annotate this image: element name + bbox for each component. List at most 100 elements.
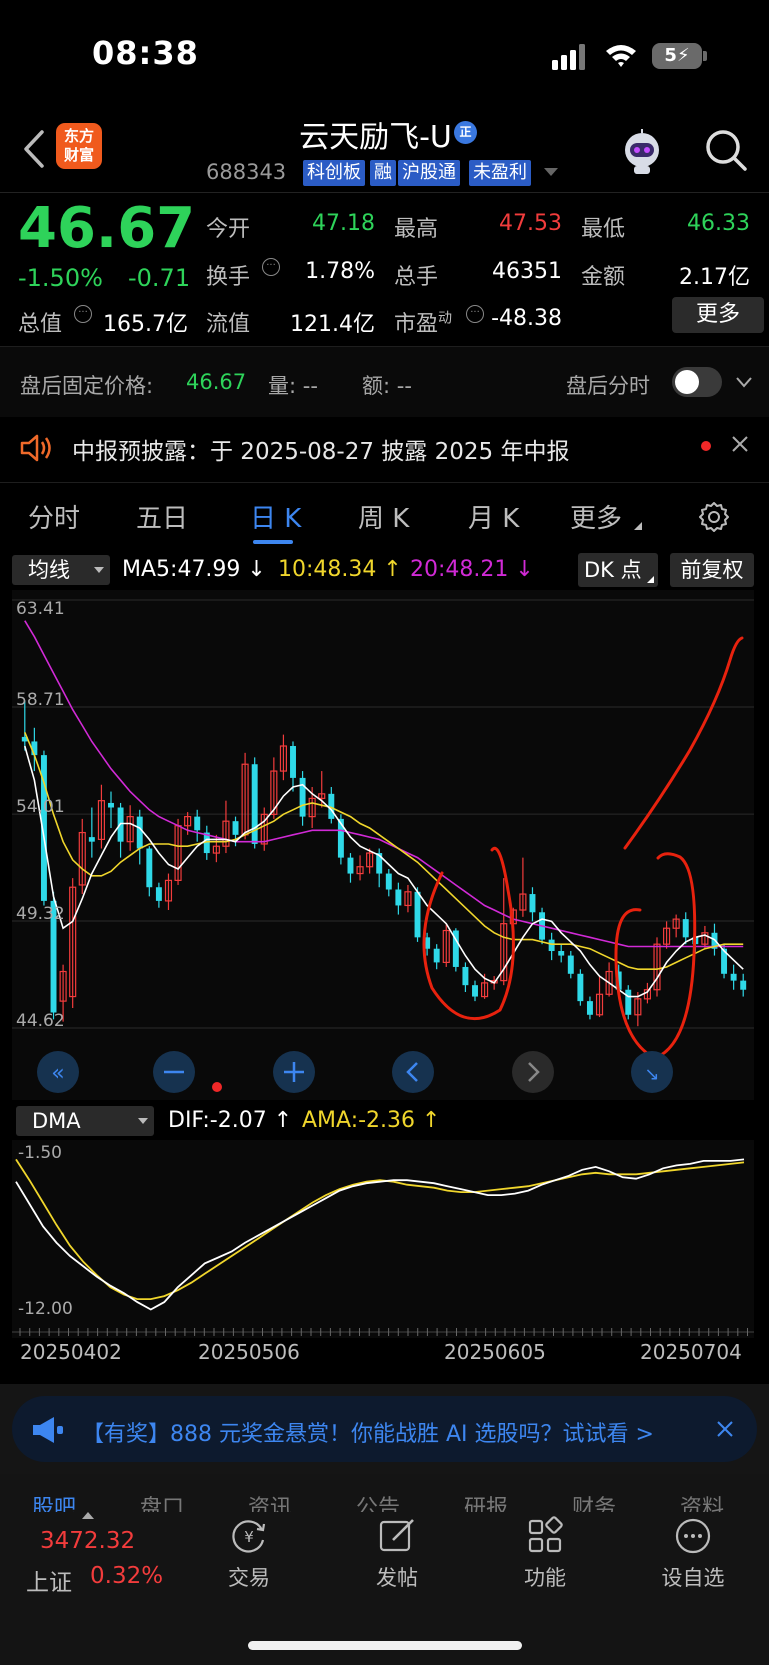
sub-tab-research[interactable]: 研报	[464, 1490, 508, 1512]
nav-features[interactable]: 功能	[490, 1516, 600, 1592]
divider	[0, 192, 769, 193]
ama-readout: AMA:-2.36 ↑	[302, 1108, 441, 1133]
dk-point-button[interactable]: DK 点	[578, 553, 658, 587]
battery-indicator: 5⚡	[652, 43, 702, 69]
gear-icon[interactable]	[697, 500, 731, 534]
high-value: 47.53	[499, 211, 562, 236]
charging-bolt-icon: ⚡	[676, 45, 690, 66]
ma20-line	[24, 620, 744, 948]
indicator-select[interactable]: DMA	[16, 1106, 154, 1136]
battery-level: 5	[664, 45, 677, 66]
stock-code: 688343	[206, 160, 287, 184]
sub-tab-news[interactable]: 资讯	[248, 1490, 292, 1512]
sub-tab-finance[interactable]: 财务	[572, 1490, 616, 1512]
ad-close-icon[interactable]	[715, 1419, 735, 1439]
wifi-icon	[606, 45, 636, 67]
more-button[interactable]: 更多	[672, 297, 764, 333]
market-cap-info-icon[interactable]: ···	[74, 305, 92, 323]
tag-star-board[interactable]: 科创板	[303, 160, 365, 186]
turnover-info-icon[interactable]: ···	[262, 258, 280, 276]
tab-weekly-k[interactable]: 周 K	[358, 498, 409, 535]
notice-unread-dot	[701, 441, 711, 451]
market-cap-value: 165.7亿	[103, 312, 188, 337]
dropdown-caret-icon	[138, 1118, 148, 1124]
toggle-knob[interactable]	[675, 370, 699, 394]
tag-margin[interactable]: 融	[370, 160, 396, 186]
sub-tab-orderbook[interactable]: 盘口	[140, 1490, 184, 1512]
candle-body	[548, 939, 555, 952]
tab-intraday[interactable]: 分时	[28, 498, 80, 535]
adjust-button[interactable]: 前复权	[670, 553, 754, 587]
dropdown-caret-icon	[94, 567, 104, 573]
annotation-circle-1	[422, 846, 515, 1021]
current-price: 46.67	[18, 196, 196, 261]
open-value: 47.18	[312, 211, 375, 236]
sub-tab-announcements[interactable]: 公告	[356, 1490, 400, 1512]
nav-add-watchlist-label: 设自选	[661, 1566, 725, 1590]
stock-name-text: 云天励飞-U	[299, 120, 452, 155]
ad-text[interactable]: 【有奖】888 元奖金悬赏！你能战胜 AI 选股吗？试试看 >	[82, 1416, 702, 1448]
speaker-icon	[20, 434, 51, 462]
close-icon[interactable]	[730, 434, 750, 454]
index-value[interactable]: 3472.32	[40, 1528, 135, 1554]
candle-body	[625, 989, 632, 1015]
tab-more[interactable]: 更多	[570, 498, 622, 535]
tag-unprofitable[interactable]: 未盈利	[469, 160, 531, 186]
tab-five-day[interactable]: 五日	[136, 498, 188, 535]
home-indicator[interactable]	[248, 1641, 522, 1650]
tab-daily-k[interactable]: 日 K	[250, 498, 301, 535]
search-icon[interactable]	[702, 126, 750, 174]
candle-body	[299, 777, 306, 817]
dma-y-tick-label: -12.00	[18, 1299, 73, 1319]
ma10-readout: 10:48.34 ↑	[278, 557, 402, 582]
ma20-readout: 20:48.21 ↓	[410, 557, 534, 582]
notice-text[interactable]: 中报预披露：于 2025-08-27 披露 2025 年中报	[72, 432, 569, 466]
index-percent[interactable]: 0.32%	[90, 1563, 163, 1589]
sub-tab-profile[interactable]: 资料	[680, 1490, 724, 1512]
annotation-trend-arrow	[623, 636, 744, 850]
dif-readout: DIF:-2.07 ↑	[168, 1108, 293, 1133]
nav-post[interactable]: 发帖	[342, 1516, 452, 1592]
candle-body	[146, 848, 153, 888]
ai-robot-icon[interactable]	[618, 128, 666, 176]
expand-arrow-icon: ↘	[644, 1064, 659, 1085]
kline-chart[interactable]: 63.41 58.71 54.01 49.32 44.62 « ↘	[0, 590, 769, 1100]
nav-trade[interactable]: ¥ 交易	[194, 1516, 304, 1592]
sub-tab-forum[interactable]: 股吧	[32, 1490, 76, 1512]
candle-body	[433, 948, 440, 963]
candle-body	[558, 951, 565, 956]
y-tick-label: 49.32	[16, 904, 65, 924]
chevron-down-icon[interactable]	[736, 376, 752, 388]
dma-chart[interactable]: -1.50 -12.00	[0, 1140, 769, 1340]
candle-body	[395, 889, 402, 906]
ma-select[interactable]: 均线	[12, 555, 110, 585]
double-chevron-left-icon: «	[51, 1061, 64, 1086]
volume-label: 总手	[394, 265, 439, 290]
high-label: 最高	[394, 217, 439, 242]
divider	[0, 482, 769, 483]
pe-value: -48.38	[491, 306, 562, 331]
candle-body	[414, 891, 421, 938]
candle-body	[155, 887, 162, 901]
tag-connect[interactable]: 沪股通	[398, 160, 460, 186]
candle-body	[108, 802, 114, 808]
tags-expand-icon[interactable]	[544, 168, 558, 176]
edit-icon	[379, 1519, 414, 1552]
scroll-right-button[interactable]	[512, 1051, 554, 1093]
megaphone-icon	[33, 1417, 63, 1443]
svg-text:¥: ¥	[244, 1528, 254, 1546]
nav-post-label: 发帖	[376, 1566, 418, 1590]
market-cap-label: 总值	[18, 312, 63, 337]
more-circle-icon	[675, 1518, 711, 1554]
nav-add-watchlist[interactable]: 设自选	[638, 1516, 748, 1592]
x-label-2: 20250506	[198, 1340, 300, 1364]
candle-body	[577, 973, 584, 1002]
tab-monthly-k[interactable]: 月 K	[468, 498, 519, 535]
ma-select-text: 均线	[28, 558, 70, 582]
scroll-left-button[interactable]	[392, 1051, 434, 1093]
candle-body	[472, 985, 478, 997]
battery-tip	[703, 51, 707, 61]
indicator-dot	[212, 1082, 222, 1092]
index-name[interactable]: 上证	[26, 1563, 72, 1597]
x-label-3: 20250605	[444, 1340, 546, 1364]
